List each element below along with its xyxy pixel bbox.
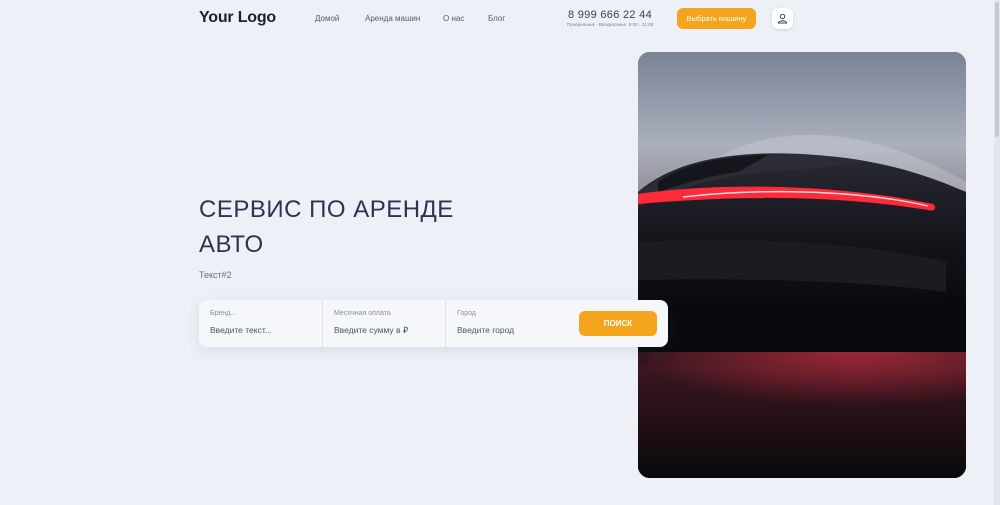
payment-field[interactable]: Месячная оплата Введите сумму в ₽ xyxy=(323,300,445,347)
phone-number[interactable]: 8 999 666 22 44 xyxy=(560,9,660,21)
choose-car-button[interactable]: Выбрать машину xyxy=(677,8,756,29)
logo[interactable]: Your Logo xyxy=(199,9,276,27)
hero-title: СЕРВИС ПО АРЕНДЕ АВТО xyxy=(199,192,499,262)
payment-field-label: Месячная оплата xyxy=(334,310,391,317)
brand-field-label: Бренд... xyxy=(210,310,237,317)
nav-car-rental[interactable]: Аренда машин xyxy=(365,14,420,23)
hero-car-image xyxy=(638,52,966,478)
scrollbar-thumb[interactable] xyxy=(995,2,999,137)
city-field-label: Город xyxy=(457,310,476,317)
payment-input[interactable]: Введите сумму в ₽ xyxy=(334,325,408,336)
brand-field[interactable]: Бренд... Введите текст... xyxy=(199,300,322,347)
page-scrollbar[interactable] xyxy=(994,0,1000,505)
car-illustration xyxy=(638,52,966,478)
hero-subtitle: Текст#2 xyxy=(199,270,232,280)
search-button[interactable]: ПОИСК xyxy=(579,311,657,336)
contact-phone: 8 999 666 22 44 Понедельник - Воскресень… xyxy=(560,9,660,27)
hero-title-line-1: СЕРВИС ПО АРЕНДЕ xyxy=(199,196,454,223)
brand-input[interactable]: Введите текст... xyxy=(210,325,272,335)
hero-title-line-2: АВТО xyxy=(199,231,264,258)
user-icon xyxy=(777,13,788,24)
nav-blog[interactable]: Блог xyxy=(488,14,505,23)
user-account-button[interactable] xyxy=(772,8,793,29)
city-input[interactable]: Введите город xyxy=(457,325,514,335)
nav-about[interactable]: О нас xyxy=(443,14,464,23)
city-field[interactable]: Город Введите город xyxy=(446,300,571,347)
working-hours: Понедельник - Воскресенье: 9:00 - 21:00 xyxy=(566,22,654,27)
nav-home[interactable]: Домой xyxy=(315,14,339,23)
search-bar: Бренд... Введите текст... Месячная оплат… xyxy=(199,300,668,347)
